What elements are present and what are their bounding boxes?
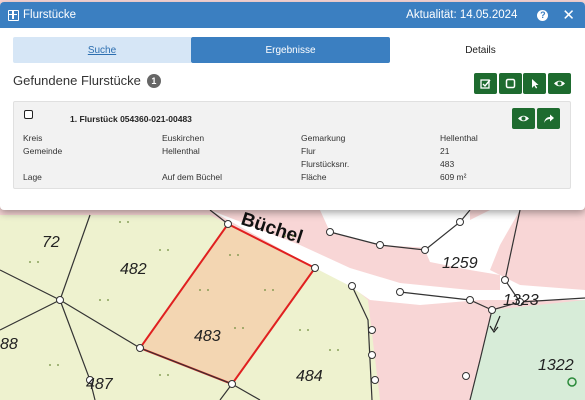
results-header: Gefundene Flurstücke 1 — [13, 73, 161, 88]
parcel-open-button[interactable] — [537, 108, 560, 129]
parcel-number-label: 72 — [42, 234, 60, 251]
select-icon — [505, 78, 516, 89]
parcel-number-label: 484 — [296, 368, 323, 385]
tab-search[interactable]: Suche — [13, 37, 191, 63]
field-value-flaeche: 609 m² — [440, 172, 467, 182]
field-label-flurstuecksnr: Flurstücksnr. — [301, 159, 350, 169]
parcel-select-checkbox[interactable] — [24, 110, 33, 119]
field-label-flaeche: Fläche — [301, 172, 327, 182]
dialog-title: Flurstücke — [23, 9, 77, 21]
help-icon[interactable]: ? — [537, 9, 549, 21]
field-value-gemeinde: Hellenthal — [162, 146, 200, 156]
parcel-number-label: 487 — [86, 376, 114, 393]
tab-details[interactable]: Details — [390, 37, 571, 63]
field-label-flur: Flur — [301, 146, 316, 156]
parcel-number-label: 1259 — [442, 255, 478, 272]
eye-icon — [554, 80, 565, 87]
field-value-lage: Auf dem Büchel — [162, 172, 223, 182]
field-value-kreis: Euskirchen — [162, 133, 205, 143]
parcel-number-label: 1323 — [503, 292, 539, 309]
parcel-number-label: 482 — [120, 261, 147, 278]
field-label-lage: Lage — [23, 172, 42, 182]
cursor-icon — [532, 79, 539, 89]
edit-icon — [480, 79, 491, 89]
results-heading: Gefundene Flurstücke — [13, 73, 141, 88]
parcel-number-label: 483 — [194, 328, 221, 345]
window-icon — [8, 9, 19, 21]
dialog-titlebar: Flurstücke Aktualität: 14.05.2024 ? ✕ — [0, 2, 585, 28]
show-all-button[interactable] — [548, 73, 571, 94]
parcel-show-button[interactable] — [512, 108, 535, 129]
data-date-status: Aktualität: 14.05.2024 — [406, 9, 518, 21]
parcel-result-card[interactable]: 1. Flurstück 054360-021-00483 Kreis Eusk… — [13, 101, 571, 189]
tab-results[interactable]: Ergebnisse — [191, 37, 390, 63]
parcel-title: 1. Flurstück 054360-021-00483 — [70, 114, 192, 124]
field-label-kreis: Kreis — [23, 133, 43, 143]
field-value-gemarkung: Hellenthal — [440, 133, 478, 143]
results-count-badge: 1 — [146, 73, 161, 88]
close-icon[interactable]: ✕ — [562, 8, 575, 23]
parcel-number-label: 88 — [0, 336, 18, 353]
field-label-gemarkung: Gemarkung — [301, 133, 346, 143]
field-label-gemeinde: Gemeinde — [23, 146, 63, 156]
eye-icon — [518, 115, 529, 122]
select-all-button[interactable] — [499, 73, 522, 94]
parcel-number-label: 1322 — [538, 357, 574, 374]
field-value-flur: 21 — [440, 146, 450, 156]
field-value-flurstuecksnr: 483 — [440, 159, 455, 169]
tab-bar: Suche Ergebnisse Details — [13, 37, 571, 63]
pointer-tool-button[interactable] — [523, 73, 546, 94]
edit-selection-button[interactable] — [474, 73, 497, 94]
share-arrow-icon — [543, 114, 554, 123]
parcel-dialog: Flurstücke Aktualität: 14.05.2024 ? ✕ Su… — [0, 2, 585, 210]
